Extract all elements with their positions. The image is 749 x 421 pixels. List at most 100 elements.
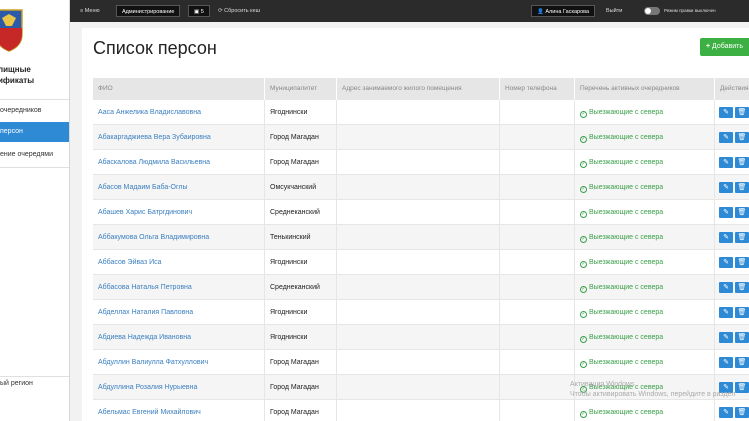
person-name-link[interactable]: Аббасов Эйваз Иса [93,250,265,275]
queue-cell[interactable]: ✓ Выезжающие с севера [575,100,715,125]
edit-icon[interactable]: ✎ [719,182,733,193]
delete-icon[interactable]: 🗑 [735,232,749,243]
sidebar-item-queue-management[interactable]: ение очередями [0,145,69,165]
person-name-link[interactable]: Абельмас Евгений Михайлович [93,400,265,421]
queue-label: Выезжающие с севера [589,209,664,216]
edit-icon[interactable]: ✎ [719,307,733,318]
delete-icon[interactable]: 🗑 [735,132,749,143]
address-cell [337,200,500,225]
person-name-link[interactable]: Аббакумова Ольга Владимировна [93,225,265,250]
delete-icon[interactable]: 🗑 [735,332,749,343]
queue-cell[interactable]: ✓ Выезжающие с севера [575,350,715,375]
edit-icon[interactable]: ✎ [719,407,733,418]
queue-cell[interactable]: ✓ Выезжающие с севера [575,400,715,421]
queue-cell[interactable]: ✓ Выезжающие с севера [575,300,715,325]
queue-cell[interactable]: ✓ Выезжающие с севера [575,200,715,225]
column-header-phone[interactable]: Номер телефона [500,78,575,100]
brand-line-1: лищные [0,65,31,74]
delete-icon[interactable]: 🗑 [735,207,749,218]
delete-icon[interactable]: 🗑 [735,407,749,418]
check-circle-icon: ✓ [580,336,587,343]
column-header-address[interactable]: Адрес занимаемого жилого помещения [337,78,500,100]
check-circle-icon: ✓ [580,361,587,368]
edit-icon[interactable]: ✎ [719,157,733,168]
address-cell [337,400,500,421]
edit-icon[interactable]: ✎ [719,107,733,118]
address-cell [337,375,500,400]
delete-icon[interactable]: 🗑 [735,282,749,293]
municipality-cell: Ягоднински [265,300,337,325]
top-bar: ≡ Меню Администрирование ▣ 5 ⟳ Сбросить … [70,0,749,22]
queue-cell[interactable]: ✓ Выезжающие с севера [575,175,715,200]
queue-label: Выезжающие с севера [589,359,664,366]
sidebar-item-persons[interactable]: персон [0,122,69,142]
queue-label: Выезжающие с севера [589,234,664,241]
region-label[interactable]: ый регион [0,380,33,387]
queue-cell[interactable]: ✓ Выезжающие с севера [575,125,715,150]
delete-icon[interactable]: 🗑 [735,157,749,168]
watermark-line-1: Активация Windows [570,381,635,388]
delete-icon[interactable]: 🗑 [735,107,749,118]
phone-cell [500,325,575,350]
nav-divider [0,167,69,168]
edit-mode-toggle[interactable] [644,7,660,15]
reset-cache-label: Сбросить кеш [224,8,261,14]
municipality-cell: Город Магадан [265,150,337,175]
user-menu[interactable]: 👤 Алина Гаскарова [531,5,596,17]
menu-button[interactable]: ≡ Меню [80,5,100,17]
queue-cell[interactable]: ✓ Выезжающие с севера [575,275,715,300]
table-row: Ааса Анжелика Владиславовна Ягоднински ✓ Вы… [93,100,749,125]
person-name-link[interactable]: Абашев Харис Батргдинович [93,200,265,225]
column-header-queues[interactable]: Перечень активных очередников [575,78,715,100]
coat-of-arms-logo [0,9,23,52]
edit-icon[interactable]: ✎ [719,282,733,293]
person-name-link[interactable]: Абакаргаджиева Вера Зубаировна [93,125,265,150]
municipality-cell: Город Магадан [265,350,337,375]
table-row: Абасов Мадаим Баба-Оглы Омсукчанский ✓ Выез… [93,175,749,200]
admin-button[interactable]: Администрирование [116,5,181,17]
address-cell [337,100,500,125]
logout-button[interactable]: Выйти [606,5,622,17]
person-name-link[interactable]: Абасов Мадаим Баба-Оглы [93,175,265,200]
table-row: Аббакумова Ольга Владимировна Тенькинский… [93,225,749,250]
queue-cell[interactable]: ✓ Выезжающие с севера [575,325,715,350]
municipality-cell: Ягоднински [265,325,337,350]
edit-icon[interactable]: ✎ [719,257,733,268]
person-name-link[interactable]: Аббасова Наталья Петровна [93,275,265,300]
edit-icon[interactable]: ✎ [719,232,733,243]
phone-cell [500,200,575,225]
edit-icon[interactable]: ✎ [719,207,733,218]
edit-icon[interactable]: ✎ [719,132,733,143]
queue-cell[interactable]: ✓ Выезжающие с севера [575,150,715,175]
queue-cell[interactable]: ✓ Выезжающие с севера [575,250,715,275]
reset-cache-button[interactable]: ⟳ Сбросить кеш [218,5,260,17]
queue-cell[interactable]: ✓ Выезжающие с севера [575,225,715,250]
delete-icon[interactable]: 🗑 [735,382,749,393]
edit-icon[interactable]: ✎ [719,357,733,368]
person-name-link[interactable]: Абдуллин Валиулла Фатхуллович [93,350,265,375]
person-name-link[interactable]: Ааса Анжелика Владиславовна [93,100,265,125]
notifications-button[interactable]: ▣ 5 [188,5,210,17]
edit-icon[interactable]: ✎ [719,332,733,343]
page-title: Список персон [93,38,217,58]
queue-label: Выезжающие с севера [589,109,664,116]
person-name-link[interactable]: Абделлах Наталия Павловна [93,300,265,325]
add-person-button[interactable]: + Добавить [700,38,749,56]
check-circle-icon: ✓ [580,236,587,243]
check-circle-icon: ✓ [580,286,587,293]
table-row: Абаскалова Людмила Васильевна Город Магад… [93,150,749,175]
delete-icon[interactable]: 🗑 [735,357,749,368]
person-name-link[interactable]: Абаскалова Людмила Васильевна [93,150,265,175]
refresh-icon: ⟳ [218,8,223,14]
delete-icon[interactable]: 🗑 [735,307,749,318]
phone-cell [500,175,575,200]
column-header-municipality[interactable]: Муниципалитет [265,78,337,100]
person-name-link[interactable]: Абдуллина Розалия Нурыевна [93,375,265,400]
column-header-fio[interactable]: ФИО [93,78,265,100]
edit-mode-label: Режим правки выключен [664,5,716,17]
person-name-link[interactable]: Абдиева Надежда Ивановна [93,325,265,350]
delete-icon[interactable]: 🗑 [735,182,749,193]
municipality-cell: Город Магадан [265,375,337,400]
delete-icon[interactable]: 🗑 [735,257,749,268]
sidebar-item-queue-members[interactable]: очередников [0,101,69,121]
